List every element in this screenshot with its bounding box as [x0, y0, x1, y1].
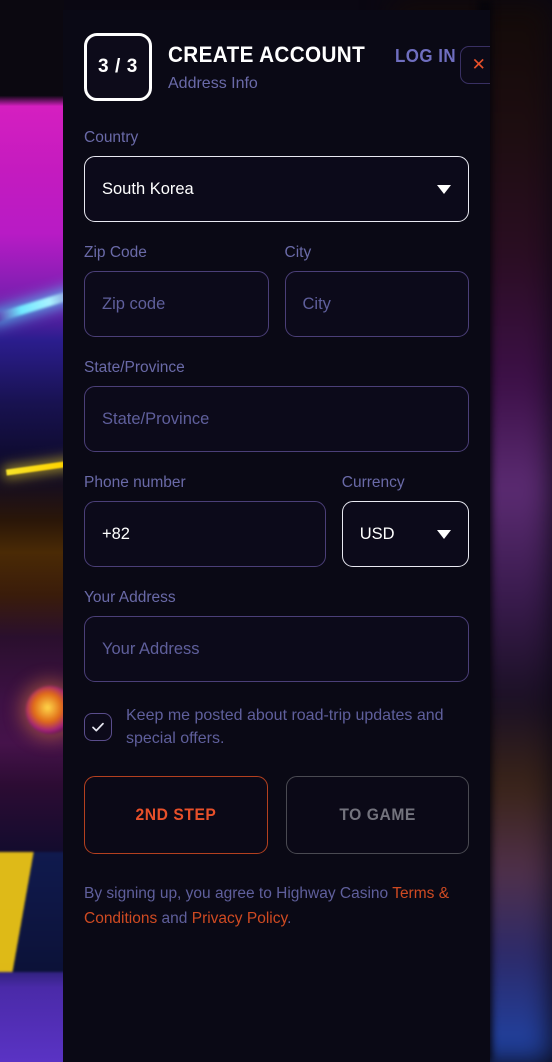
- phone-value: +82: [102, 524, 130, 543]
- address-placeholder: Your Address: [102, 639, 200, 658]
- header-tabs: CREATE ACCOUNT LOG IN: [168, 42, 460, 68]
- step-indicator-badge: 3 / 3: [84, 33, 152, 101]
- marketing-consent-row: Keep me posted about road-trip updates a…: [84, 704, 469, 750]
- currency-label: Currency: [341, 474, 405, 491]
- legal-suffix: .: [287, 910, 292, 927]
- close-button[interactable]: ✕: [459, 46, 490, 84]
- phone-currency-row: Phone number +82 Currency USD: [84, 474, 469, 567]
- second-step-button-label: 2ND STEP: [135, 805, 217, 824]
- marketing-consent-label: Keep me posted about road-trip updates a…: [126, 707, 444, 747]
- marketing-consent-checkbox[interactable]: [84, 713, 112, 741]
- currency-value: USD: [359, 524, 395, 543]
- phone-label: Phone number: [84, 474, 186, 491]
- tab-log-in[interactable]: LOG IN: [395, 46, 456, 67]
- form-actions: 2ND STEP TO GAME: [84, 776, 469, 854]
- page-subtitle: Address Info: [168, 75, 258, 92]
- country-select[interactable]: South Korea: [84, 156, 469, 222]
- zip-city-row: Zip Code Zip code City City: [84, 244, 469, 337]
- chevron-down-icon: [437, 184, 451, 194]
- close-icon: ✕: [471, 55, 486, 74]
- country-field-group: Country South Korea: [84, 129, 469, 222]
- address-info-form: Country South Korea Zip Code Zip code Ci…: [63, 101, 490, 931]
- zip-label: Zip Code: [84, 244, 147, 261]
- address-input[interactable]: Your Address: [84, 616, 469, 682]
- legal-footer: By signing up, you agree to Highway Casi…: [84, 881, 469, 931]
- city-input[interactable]: City: [284, 271, 469, 337]
- phone-field-group: Phone number +82: [84, 474, 326, 567]
- city-field-group: City City: [284, 244, 469, 337]
- header-titles-block: CREATE ACCOUNT LOG IN Address Info: [168, 33, 460, 93]
- zip-placeholder: Zip code: [102, 294, 166, 313]
- city-placeholder: City: [302, 294, 331, 313]
- legal-middle: and: [157, 910, 192, 927]
- tab-create-account[interactable]: CREATE ACCOUNT: [168, 42, 365, 68]
- check-icon: [92, 722, 104, 732]
- legal-prefix: By signing up, you agree to Highway Casi…: [84, 885, 393, 902]
- currency-select[interactable]: USD: [341, 501, 469, 567]
- state-field-group: State/Province State/Province: [84, 359, 469, 452]
- city-label: City: [284, 244, 312, 261]
- state-placeholder: State/Province: [102, 409, 210, 428]
- chevron-down-icon: [437, 529, 451, 539]
- to-game-button[interactable]: TO GAME: [285, 776, 469, 854]
- address-label: Your Address: [84, 589, 176, 606]
- address-field-group: Your Address Your Address: [84, 589, 469, 682]
- country-label: Country: [84, 129, 139, 146]
- zip-input[interactable]: Zip code: [84, 271, 269, 337]
- state-label: State/Province: [84, 359, 185, 376]
- country-value: South Korea: [102, 179, 194, 198]
- privacy-policy-link[interactable]: Privacy Policy: [192, 910, 287, 927]
- zip-field-group: Zip Code Zip code: [84, 244, 269, 337]
- second-step-button[interactable]: 2ND STEP: [84, 776, 268, 854]
- phone-input[interactable]: +82: [84, 501, 326, 567]
- step-indicator-label: 3 / 3: [98, 56, 138, 77]
- to-game-button-label: TO GAME: [338, 805, 416, 824]
- currency-field-group: Currency USD: [341, 474, 469, 567]
- modal-header: 3 / 3 CREATE ACCOUNT LOG IN Address Info…: [63, 10, 490, 101]
- create-account-modal: 3 / 3 CREATE ACCOUNT LOG IN Address Info…: [63, 10, 490, 1062]
- state-input[interactable]: State/Province: [84, 386, 469, 452]
